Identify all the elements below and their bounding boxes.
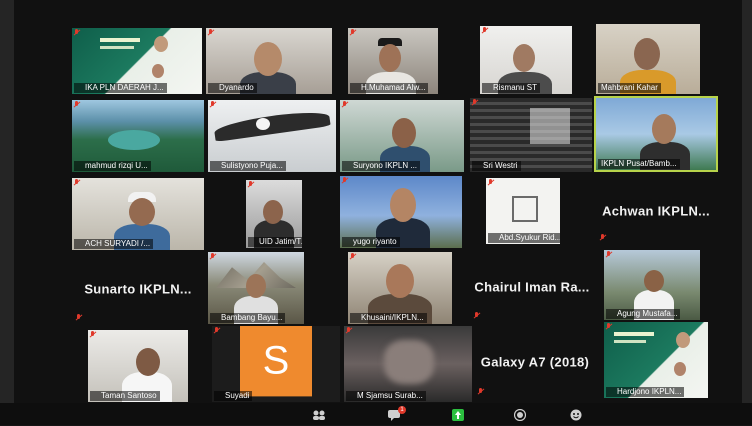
chat-badge: 1 bbox=[398, 406, 406, 414]
participant-name: yugo riyanto bbox=[342, 237, 400, 247]
muted-mic-icon bbox=[214, 327, 220, 335]
muted-mic-icon bbox=[248, 181, 254, 189]
participant-tile[interactable]: UID Jatim/Talissa... bbox=[246, 180, 302, 248]
participant-name: Agung Mustafa... bbox=[606, 309, 681, 319]
participant-tile[interactable]: IKA PLN DAERAH J... bbox=[72, 28, 202, 94]
participant-name: M Sjamsu Surab... bbox=[346, 391, 426, 401]
participant-tile[interactable]: H.Muhamad Alw... bbox=[348, 28, 438, 94]
muted-mic-icon bbox=[210, 253, 216, 261]
participant-name: IKPLN Pusat/Bamb... bbox=[598, 159, 680, 169]
participant-tile[interactable]: M Sjamsu Surab... bbox=[344, 326, 472, 402]
monitor-bezel-right bbox=[742, 0, 752, 425]
muted-mic-icon bbox=[208, 29, 214, 37]
participant-display-name: Galaxy A7 (2018) bbox=[480, 354, 590, 370]
avatar: S bbox=[240, 326, 312, 397]
participant-name: Sri Westri bbox=[472, 161, 521, 171]
participant-display-name: Sunarto IKPLN... bbox=[84, 281, 192, 297]
participants-icon[interactable] bbox=[312, 408, 325, 420]
participant-name: Khusaini/IKPLN... bbox=[350, 313, 427, 323]
reactions-icon[interactable] bbox=[570, 408, 582, 421]
participant-name: Bambang Bayu... bbox=[210, 313, 286, 323]
participant-tile[interactable]: Hardjono IKPLN... bbox=[604, 322, 708, 398]
participant-name: IKA PLN DAERAH J... bbox=[74, 83, 167, 93]
muted-mic-icon bbox=[74, 179, 80, 187]
participant-tile[interactable]: ACH SURYADI /... bbox=[72, 178, 204, 250]
participant-name: Suyadi bbox=[214, 391, 253, 401]
participant-name: Sulistyono Puja... bbox=[210, 161, 286, 171]
muted-mic-icon bbox=[600, 234, 606, 242]
muted-mic-icon bbox=[482, 27, 488, 35]
participant-display-name: Chairul Iman Ra... bbox=[474, 279, 590, 295]
participant-tile[interactable]: Suryono IKPLN ... bbox=[340, 100, 464, 172]
muted-mic-icon bbox=[350, 253, 356, 261]
muted-mic-icon bbox=[472, 99, 478, 107]
participant-name: Taman Santoso bbox=[90, 391, 160, 401]
muted-mic-icon bbox=[342, 101, 348, 109]
participant-tile[interactable]: Agung Mustafa... bbox=[604, 250, 700, 320]
muted-mic-icon bbox=[76, 314, 82, 322]
participant-tile[interactable]: Khusaini/IKPLN... bbox=[348, 252, 452, 324]
muted-mic-icon bbox=[90, 331, 96, 339]
participant-tile[interactable]: Mahbrani Kahar bbox=[596, 24, 700, 94]
muted-mic-icon bbox=[346, 327, 352, 335]
participant-tile[interactable]: Sri Westri bbox=[470, 98, 592, 172]
meeting-toolbar bbox=[0, 403, 752, 425]
participant-tile-active-speaker[interactable]: IKPLN Pusat/Bamb... bbox=[594, 96, 718, 172]
participant-tile[interactable]: Dyanardo bbox=[206, 28, 332, 94]
participant-tile-no-video[interactable]: Sunarto IKPLN... bbox=[72, 254, 204, 324]
record-icon[interactable] bbox=[513, 408, 527, 422]
monitor-bezel-left bbox=[0, 0, 14, 425]
muted-mic-icon bbox=[606, 251, 612, 259]
participant-tile-no-video[interactable]: Achwan IKPLN... bbox=[596, 178, 716, 244]
muted-mic-icon bbox=[74, 101, 80, 109]
participant-tile[interactable]: mahmud rizqi U... bbox=[72, 100, 204, 172]
share-screen-icon[interactable] bbox=[452, 408, 464, 421]
participant-display-name: Achwan IKPLN... bbox=[602, 203, 710, 219]
muted-mic-icon bbox=[350, 29, 356, 37]
participant-name: Suryono IKPLN ... bbox=[342, 161, 421, 171]
muted-mic-icon bbox=[74, 29, 80, 37]
participant-name: mahmud rizqi U... bbox=[74, 161, 151, 171]
participant-tile[interactable]: S Suyadi bbox=[212, 326, 340, 402]
participant-tile-no-video[interactable]: Galaxy A7 (2018) bbox=[474, 326, 596, 398]
participant-name: H.Muhamad Alw... bbox=[350, 83, 429, 93]
muted-mic-icon bbox=[474, 312, 480, 320]
participant-tile[interactable]: Abd.Syukur Rid... bbox=[486, 178, 560, 244]
muted-mic-icon bbox=[342, 177, 348, 185]
participant-name: UID Jatim/Talissa... bbox=[248, 237, 302, 247]
muted-mic-icon bbox=[210, 101, 216, 109]
zoom-gallery-screen: IKA PLN DAERAH J... Dyanardo H.Muhamad A… bbox=[0, 0, 752, 425]
muted-mic-icon bbox=[488, 179, 494, 187]
participant-name: Hardjono IKPLN... bbox=[606, 387, 685, 397]
participant-tile[interactable]: Taman Santoso bbox=[88, 330, 188, 402]
participant-tile[interactable]: Sulistyono Puja... bbox=[208, 100, 336, 172]
participant-name: Abd.Syukur Rid... bbox=[488, 233, 560, 243]
participant-tile[interactable]: yugo riyanto bbox=[340, 176, 462, 248]
participant-tile-no-video[interactable]: Chairul Iman Ra... bbox=[470, 252, 594, 322]
participant-name: Mahbrani Kahar bbox=[598, 83, 661, 93]
participant-name: ACH SURYADI /... bbox=[74, 239, 154, 249]
muted-mic-icon bbox=[606, 323, 612, 331]
participant-tile[interactable]: Bambang Bayu... bbox=[208, 252, 304, 324]
participant-name: Dyanardo bbox=[208, 83, 257, 93]
participant-name: Rismanu ST bbox=[482, 83, 541, 93]
participant-tile[interactable]: Rismanu ST bbox=[480, 26, 572, 94]
muted-mic-icon bbox=[478, 388, 484, 396]
